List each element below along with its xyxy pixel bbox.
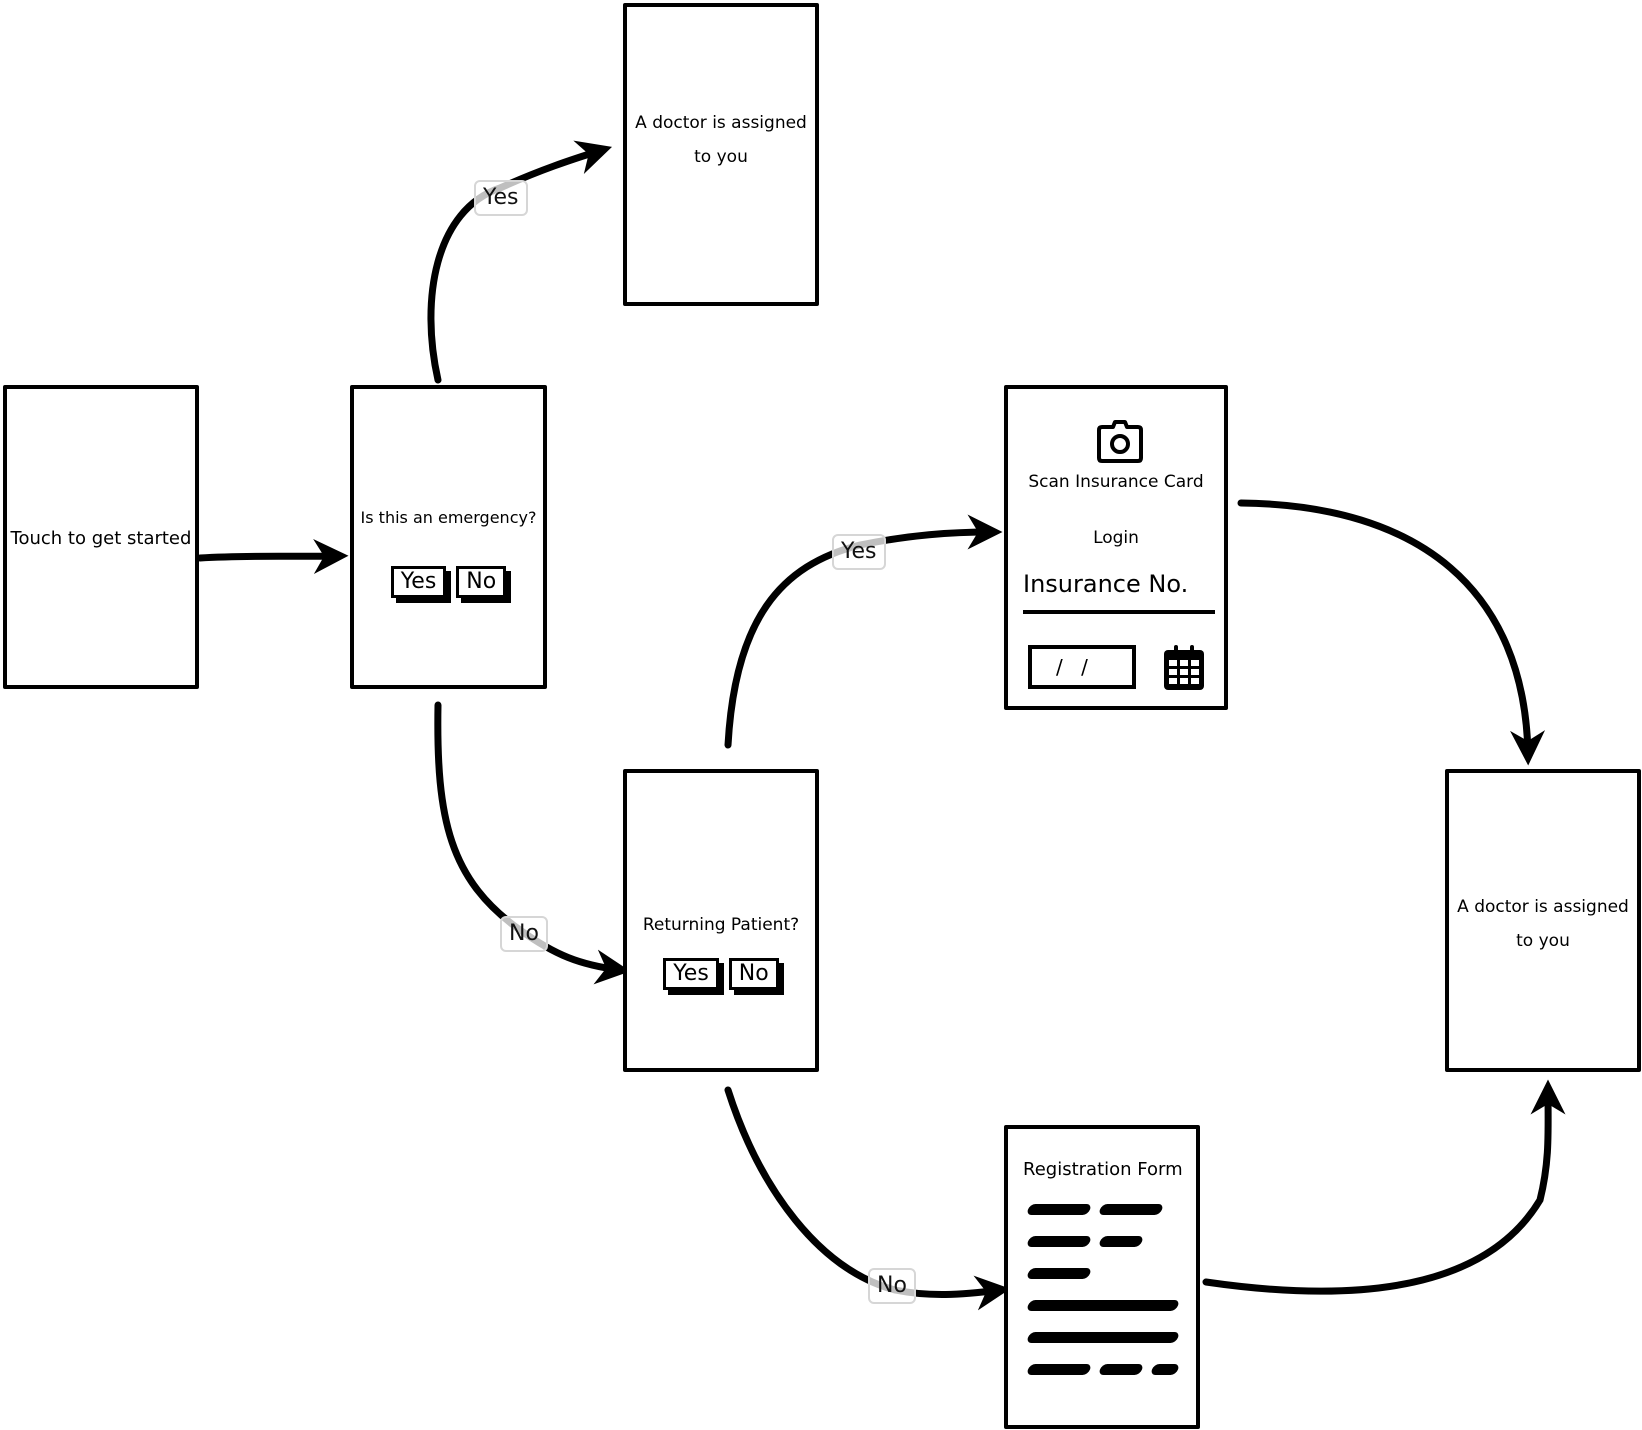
returning-yes-button[interactable]: Yes (663, 958, 719, 990)
camera-icon[interactable] (1097, 419, 1143, 463)
insurance-no-label: Insurance No. (1023, 570, 1189, 598)
edge-insurance-to-doctor-right (1237, 499, 1546, 766)
emergency-question: Is this an emergency? (360, 508, 537, 527)
screen-start[interactable]: Touch to get started (3, 385, 199, 689)
screen-returning-patient: Returning Patient? Yes No (623, 769, 819, 1072)
registration-title: Registration Form (1023, 1159, 1183, 1180)
screen-registration-form: Registration Form (1004, 1125, 1200, 1429)
scribble-line (1097, 1236, 1145, 1247)
edge-label-returning-yes: Yes (832, 534, 886, 570)
returning-question: Returning Patient? (642, 915, 800, 935)
screen-doctor-assigned-right: A doctor is assigned to you (1445, 769, 1641, 1072)
edge-label-emergency-no: No (500, 916, 548, 952)
scribble-line (1025, 1236, 1093, 1247)
returning-no-button[interactable]: No (728, 958, 779, 990)
edge-start-to-emergency (196, 539, 349, 575)
scribble-line (1149, 1364, 1181, 1375)
login-label: Login (1093, 528, 1139, 548)
scribble-line (1025, 1364, 1093, 1375)
scribble-line (1097, 1364, 1145, 1375)
date-value: / / (1056, 655, 1094, 679)
date-input[interactable]: / / (1028, 645, 1136, 689)
screen-emergency: Is this an emergency? Yes No (350, 385, 547, 689)
doctor-right-line2: to you (1516, 931, 1570, 951)
emergency-no-button[interactable]: No (456, 566, 507, 598)
doctor-top-line2: to you (694, 147, 748, 167)
emergency-yes-button[interactable]: Yes (390, 566, 447, 598)
start-text: Touch to get started (10, 528, 192, 549)
form-text-placeholder (1025, 1204, 1188, 1404)
edge-returning-to-registration (724, 1086, 1011, 1311)
scribble-line (1025, 1300, 1181, 1311)
edge-registration-to-doctor-right (1202, 1079, 1566, 1295)
screen-insurance-login: Scan Insurance Card Login Insurance No. … (1004, 385, 1228, 710)
insurance-no-field[interactable]: Insurance No. (1023, 564, 1215, 614)
screen-doctor-assigned-top: A doctor is assigned to you (623, 3, 819, 306)
edge-label-returning-no: No (868, 1268, 916, 1304)
scribble-line (1097, 1204, 1165, 1215)
scan-insurance-card-label[interactable]: Scan Insurance Card (1008, 465, 1224, 499)
edge-label-emergency-yes: Yes (474, 180, 528, 216)
calendar-icon[interactable] (1163, 645, 1205, 691)
doctor-right-line1: A doctor is assigned (1457, 897, 1629, 917)
scribble-line (1025, 1204, 1093, 1215)
doctor-top-line1: A doctor is assigned (635, 113, 807, 133)
scribble-line (1025, 1332, 1181, 1343)
scribble-line (1025, 1268, 1093, 1279)
flow-connectors (196, 140, 1566, 1311)
